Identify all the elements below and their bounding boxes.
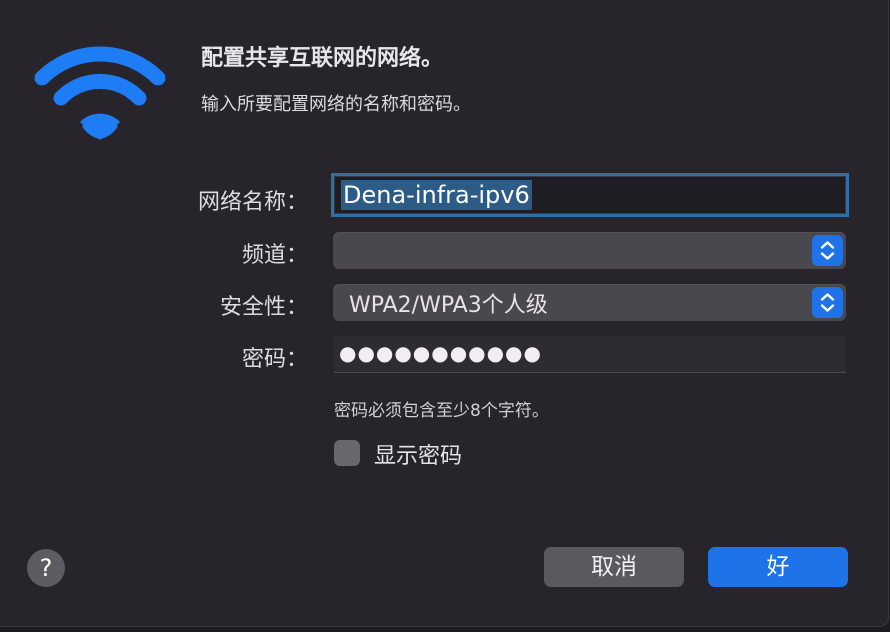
share-network-dialog: 配置共享互联网的网络。 输入所要配置网络的名称和密码。 网络名称： Dena-i… [0,0,889,627]
chevron-up-down-icon [812,287,843,318]
show-password-checkbox[interactable] [334,440,360,466]
help-button[interactable]: ? [27,549,65,587]
dialog-subtitle: 输入所要配置网络的名称和密码。 [201,94,471,115]
password-masked-value: ●●●●●●●●●●● [339,341,542,365]
ok-button[interactable]: 好 [708,547,848,587]
cancel-button[interactable]: 取消 [544,547,684,587]
security-label: 安全性： [219,295,308,320]
dialog-title: 配置共享互联网的网络。 [201,46,444,71]
security-value: WPA2/WPA3个人级 [349,293,548,318]
password-hint: 密码必须包含至少8个字符。 [334,401,549,421]
wifi-icon [34,46,166,140]
chevron-up-down-icon [812,235,843,266]
network-name-label: 网络名称： [197,190,308,215]
channel-popup[interactable] [333,232,846,269]
show-password-label[interactable]: 显示密码 [374,438,462,470]
network-name-input[interactable]: Dena-infra-ipv6 [334,176,846,214]
network-name-value: Dena-infra-ipv6 [341,180,532,210]
channel-label: 频道： [241,243,308,268]
security-popup[interactable]: WPA2/WPA3个人级 [333,284,846,321]
password-input[interactable]: ●●●●●●●●●●● [334,336,846,373]
password-label: 密码： [241,347,308,372]
